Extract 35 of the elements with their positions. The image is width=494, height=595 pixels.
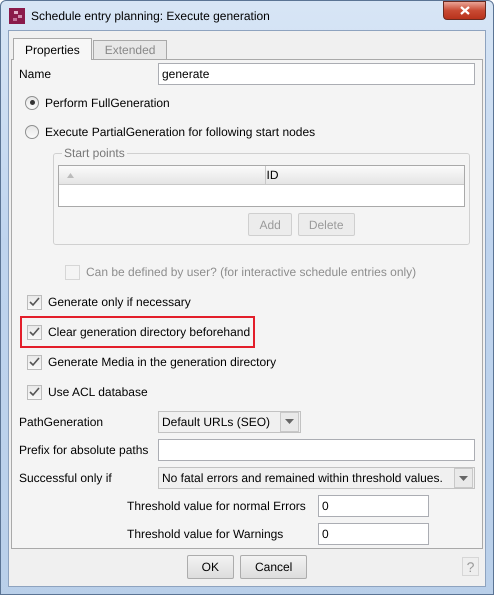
radio-label: Execute PartialGeneration for following start nodes [45,124,316,138]
close-button[interactable] [443,1,486,20]
field-label: Name [19,67,52,81]
group-title: Start points [62,146,127,160]
checkbox-label: Generate Media in the generation directory [48,355,276,369]
window-title: Schedule entry planning: Execute generation [31,8,271,22]
checkbox-label: Clear generation directory beforehand [48,325,250,339]
dialog-button[interactable]: Cancel [240,554,308,578]
field-label: Threshold value for normal Errors [127,499,307,513]
radio-button[interactable] [25,96,39,110]
field-label: Successful only if [19,471,113,485]
field-label: Threshold value for Warnings [127,527,284,541]
checkbox[interactable] [27,384,42,400]
checkbox-label: Use ACL database [48,385,148,399]
checkbox[interactable] [27,294,42,310]
path-generation-dropdown[interactable]: Default URLs (SEO) [158,410,301,432]
close-icon [460,6,470,15]
checkbox[interactable] [27,354,42,370]
field-label: PathGeneration [19,414,104,428]
tab[interactable]: Properties [13,38,92,60]
app-icon [9,8,25,24]
checkbox[interactable] [27,324,42,340]
radio-label: Perform FullGeneration [45,96,170,110]
field-label: Prefix for absolute paths [19,443,150,457]
dropdown-arrow-icon [459,476,468,480]
threshold-field[interactable]: 0 [318,495,429,517]
dropdown-arrow-icon [285,419,294,424]
success-condition-dropdown[interactable]: No fatal errors and remained within threshold values. [158,467,475,489]
checkbox-label: Generate only if necessary [48,295,191,309]
prefix-field[interactable] [158,439,475,461]
threshold-field[interactable]: 0 [318,523,429,545]
dialog-button[interactable]: OK [186,554,234,578]
checkbox-label: Can be defined by user? (for interactive schedule entries only) [86,265,416,279]
radio-button[interactable] [25,124,39,138]
name-field[interactable]: generate [158,63,475,85]
